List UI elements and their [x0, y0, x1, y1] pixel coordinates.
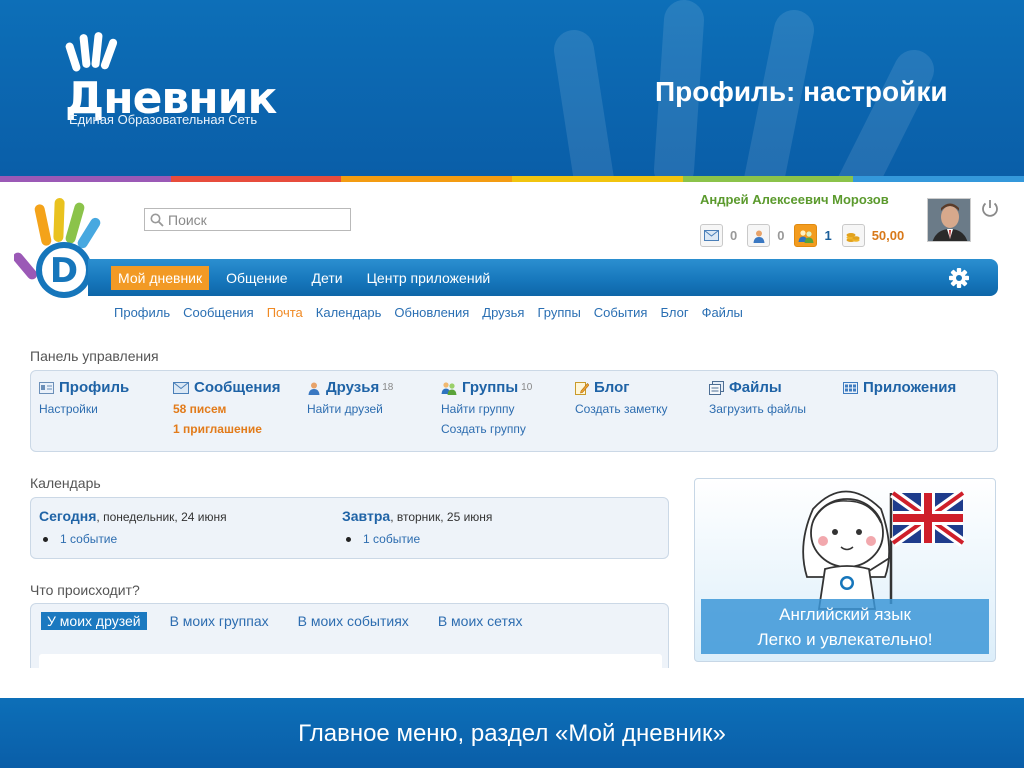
avatar[interactable] [927, 198, 971, 242]
panel-find-friends[interactable]: Найти друзей [307, 402, 393, 416]
feed-content [39, 654, 662, 668]
panel-profile-link[interactable]: Профиль [39, 379, 129, 396]
person-icon [747, 224, 771, 247]
panel-create-note[interactable]: Создать заметку [575, 402, 668, 416]
calendar-title[interactable]: Календарь [30, 475, 101, 491]
english-promo-banner[interactable]: Английский язык Легко и увлекательно! [694, 478, 996, 662]
panel-find-group[interactable]: Найти группу [441, 402, 532, 416]
user-name[interactable]: Андрей Алексеевич Морозов [700, 192, 889, 207]
calendar-tomorrow-date: , вторник, 25 июня [390, 510, 493, 524]
group-icon [794, 224, 818, 247]
person-icon [308, 382, 320, 395]
envelope-icon [700, 224, 723, 247]
sub-nav-mail[interactable]: Почта [267, 305, 303, 320]
calendar-today-label[interactable]: Сегодня [39, 508, 96, 524]
promo-line-1: Английский язык [779, 605, 911, 624]
sub-nav: Профиль Сообщения Почта Календарь Обновл… [114, 305, 756, 320]
panel-files-link[interactable]: Файлы [709, 379, 806, 396]
tab-networks[interactable]: В моих сетях [432, 612, 529, 630]
friends-counter[interactable]: 0 [747, 224, 784, 247]
sub-nav-profile[interactable]: Профиль [114, 305, 170, 320]
slide-header: Дневник Единая Образовательная Сеть Проф… [0, 0, 1024, 176]
panel-profile: Профиль Настройки [39, 379, 129, 416]
main-nav-communication[interactable]: Общение [219, 266, 294, 290]
feed-title: Что происходит? [30, 582, 140, 598]
files-icon [709, 380, 724, 395]
panel-friends: Друзья 18 Найти друзей [307, 379, 393, 416]
site-screenshot: D Андрей Алексеевич Морозов 0 [0, 182, 1024, 668]
search-box[interactable] [144, 208, 351, 231]
calendar-today-date: , понедельник, 24 июня [96, 510, 227, 524]
feed-box: У моих друзей В моих группах В моих собы… [30, 603, 669, 668]
calendar-tomorrow-event[interactable]: 1 событие [342, 532, 492, 546]
sub-nav-messages[interactable]: Сообщения [183, 305, 254, 320]
sub-nav-updates[interactable]: Обновления [394, 305, 469, 320]
messages-counter[interactable]: 0 [700, 224, 737, 247]
panel-friends-link[interactable]: Друзья 18 [307, 379, 393, 396]
sub-nav-calendar[interactable]: Календарь [316, 305, 382, 320]
slide-footer-caption: Главное меню, раздел «Мой дневник» [298, 720, 726, 747]
power-icon[interactable] [980, 198, 1000, 218]
feed-tabs: У моих друзей В моих группах В моих собы… [41, 612, 545, 630]
main-nav-app-center[interactable]: Центр приложений [360, 266, 498, 290]
svg-text:D: D [50, 251, 78, 291]
calendar-today: Сегодня, понедельник, 24 июня 1 событие [39, 508, 227, 546]
panel-files: Файлы Загрузить файлы [709, 379, 806, 416]
coins-icon [841, 224, 865, 247]
panel-blog-link[interactable]: Блог [575, 379, 668, 396]
panel-messages-invitation[interactable]: 1 приглашение [173, 422, 280, 436]
panel-apps: Приложения [843, 379, 956, 396]
calendar-tomorrow: Завтра, вторник, 25 июня 1 событие [342, 508, 492, 546]
sub-nav-events[interactable]: События [594, 305, 648, 320]
main-nav-my-diary[interactable]: Мой дневник [111, 265, 210, 290]
panel-apps-link[interactable]: Приложения [843, 379, 956, 396]
tab-friends[interactable]: У моих друзей [41, 612, 147, 630]
main-nav-children[interactable]: Дети [305, 266, 350, 290]
panel-groups-link[interactable]: Группы 10 [441, 379, 532, 396]
user-counters: 0 0 1 50,00 [700, 224, 914, 247]
search-icon [150, 213, 164, 227]
control-panel-title: Панель управления [30, 348, 159, 364]
promo-caption: Английский язык Легко и увлекательно! [701, 599, 989, 654]
calendar-today-event[interactable]: 1 событие [39, 532, 227, 546]
panel-messages: Сообщения 58 писем 1 приглашение [173, 379, 280, 436]
envelope-icon [173, 381, 189, 394]
slide-title: Профиль: настройки [655, 76, 948, 107]
calendar-tomorrow-label[interactable]: Завтра [342, 508, 390, 524]
search-input[interactable] [168, 211, 338, 228]
pencil-icon [575, 381, 589, 395]
balance-counter[interactable]: 50,00 [841, 224, 904, 247]
gear-icon[interactable] [948, 267, 970, 289]
panel-groups: Группы 10 Найти группу Создать группу [441, 379, 532, 436]
slide-footer: Главное меню, раздел «Мой дневник» [0, 698, 1024, 768]
calendar-box: Сегодня, понедельник, 24 июня 1 событие … [30, 497, 669, 559]
panel-blog: Блог Создать заметку [575, 379, 668, 416]
main-nav: Мой дневник Общение Дети Центр приложени… [88, 259, 998, 296]
tab-events[interactable]: В моих событиях [292, 612, 415, 630]
group-icon [441, 381, 457, 395]
panel-upload-files[interactable]: Загрузить файлы [709, 402, 806, 416]
brand-logo: Дневник Единая Образовательная Сеть [55, 30, 285, 135]
panel-create-group[interactable]: Создать группу [441, 422, 532, 436]
avatar-photo [928, 199, 970, 241]
sub-nav-friends[interactable]: Друзья [482, 305, 524, 320]
sub-nav-groups[interactable]: Группы [537, 305, 580, 320]
sub-nav-files[interactable]: Файлы [702, 305, 743, 320]
profile-card-icon [39, 381, 54, 394]
tab-groups[interactable]: В моих группах [164, 612, 275, 630]
promo-line-2: Легко и увлекательно! [757, 630, 933, 649]
sub-nav-blog[interactable]: Блог [660, 305, 688, 320]
groups-counter[interactable]: 1 [794, 224, 832, 247]
panel-profile-settings[interactable]: Настройки [39, 402, 129, 416]
panel-messages-link[interactable]: Сообщения [173, 379, 280, 396]
apps-icon [843, 381, 858, 394]
brand-subtitle: Единая Образовательная Сеть [69, 112, 258, 127]
panel-messages-letters[interactable]: 58 писем [173, 402, 280, 416]
control-panel: Профиль Настройки Сообщения 58 писем 1 п… [30, 370, 998, 452]
